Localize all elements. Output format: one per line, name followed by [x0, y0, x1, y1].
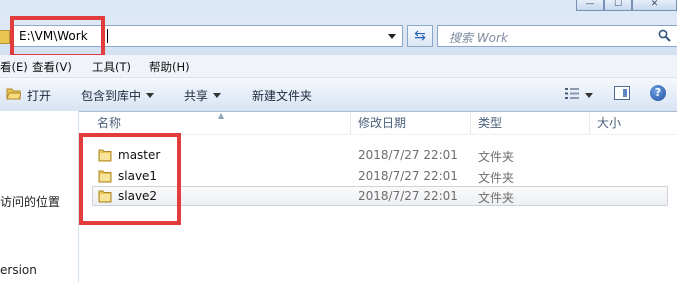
- refresh-icon: ⇆: [414, 28, 426, 44]
- minimize-button[interactable]: —: [576, 0, 604, 11]
- address-bar[interactable]: E:\VM\Work: [11, 25, 403, 47]
- column-header-name[interactable]: 名称: [97, 112, 121, 134]
- file-type: 文件夹: [478, 150, 515, 164]
- menu-help[interactable]: 帮助(H): [149, 59, 190, 75]
- column-header-modified[interactable]: 修改日期: [358, 112, 406, 134]
- folder-icon: [98, 190, 112, 203]
- header-divider: [79, 134, 677, 135]
- column-divider[interactable]: [350, 112, 351, 134]
- file-row-slave1[interactable]: slave1 2018/7/27 22:01 文件夹: [79, 166, 669, 186]
- folder-icon: [98, 170, 112, 183]
- include-in-library-label: 包含到库中: [81, 89, 142, 103]
- column-divider[interactable]: [589, 112, 590, 134]
- address-path[interactable]: E:\VM\Work: [19, 29, 88, 43]
- column-header-type[interactable]: 类型: [478, 112, 502, 134]
- column-divider[interactable]: [470, 112, 471, 134]
- view-options-icon[interactable]: [565, 87, 579, 100]
- nav-item-version[interactable]: ersion: [0, 263, 37, 277]
- folder-icon: [0, 30, 10, 44]
- maximize-button[interactable]: ☐: [604, 0, 632, 11]
- search-icon[interactable]: [658, 29, 671, 42]
- share-label: 共享: [184, 89, 209, 103]
- nav-item-recent-places[interactable]: 访问的位置: [0, 193, 60, 210]
- menu-edit[interactable]: 看(E): [0, 59, 28, 75]
- sort-ascending-icon: ▲: [218, 111, 225, 120]
- chevron-down-icon[interactable]: [388, 34, 396, 39]
- close-button[interactable]: ✕: [632, 0, 677, 11]
- menu-bar: 看(E) 查看(V) 工具(T) 帮助(H): [0, 55, 677, 78]
- column-header-size[interactable]: 大小: [597, 112, 621, 134]
- chevron-down-icon[interactable]: [585, 93, 593, 98]
- menu-tools[interactable]: 工具(T): [92, 59, 131, 75]
- refresh-button[interactable]: ⇆: [407, 25, 433, 47]
- include-in-library-button[interactable]: 包含到库中: [81, 87, 155, 104]
- file-type: 文件夹: [478, 171, 515, 185]
- open-button[interactable]: 打开: [27, 87, 51, 104]
- file-modified: 2018/7/27 22:01: [358, 189, 458, 203]
- file-name[interactable]: slave2: [118, 189, 157, 203]
- chevron-down-icon: [146, 93, 155, 98]
- file-name[interactable]: master: [118, 148, 160, 162]
- file-row-master[interactable]: master 2018/7/27 22:01 文件夹: [79, 145, 669, 165]
- share-button[interactable]: 共享: [184, 87, 222, 104]
- chevron-down-icon: [213, 93, 222, 98]
- file-row-slave2[interactable]: slave2 2018/7/27 22:01 文件夹: [92, 186, 668, 206]
- open-folder-icon: [6, 88, 21, 100]
- file-name[interactable]: slave1: [118, 169, 157, 183]
- search-input[interactable]: 搜索 Work: [437, 25, 677, 47]
- menu-view[interactable]: 查看(V): [32, 59, 72, 75]
- window-controls: — ☐ ✕: [576, 0, 677, 11]
- preview-pane-icon[interactable]: [614, 86, 630, 100]
- new-folder-button[interactable]: 新建文件夹: [252, 87, 312, 104]
- file-modified: 2018/7/27 22:01: [358, 148, 458, 162]
- search-placeholder: 搜索 Work: [449, 31, 508, 45]
- navigation-pane: 访问的位置 ersion: [0, 111, 79, 283]
- file-modified: 2018/7/27 22:01: [358, 169, 458, 183]
- file-type: 文件夹: [478, 191, 515, 205]
- text-cursor: [107, 29, 108, 43]
- help-icon[interactable]: ?: [650, 85, 666, 101]
- folder-icon: [98, 149, 112, 162]
